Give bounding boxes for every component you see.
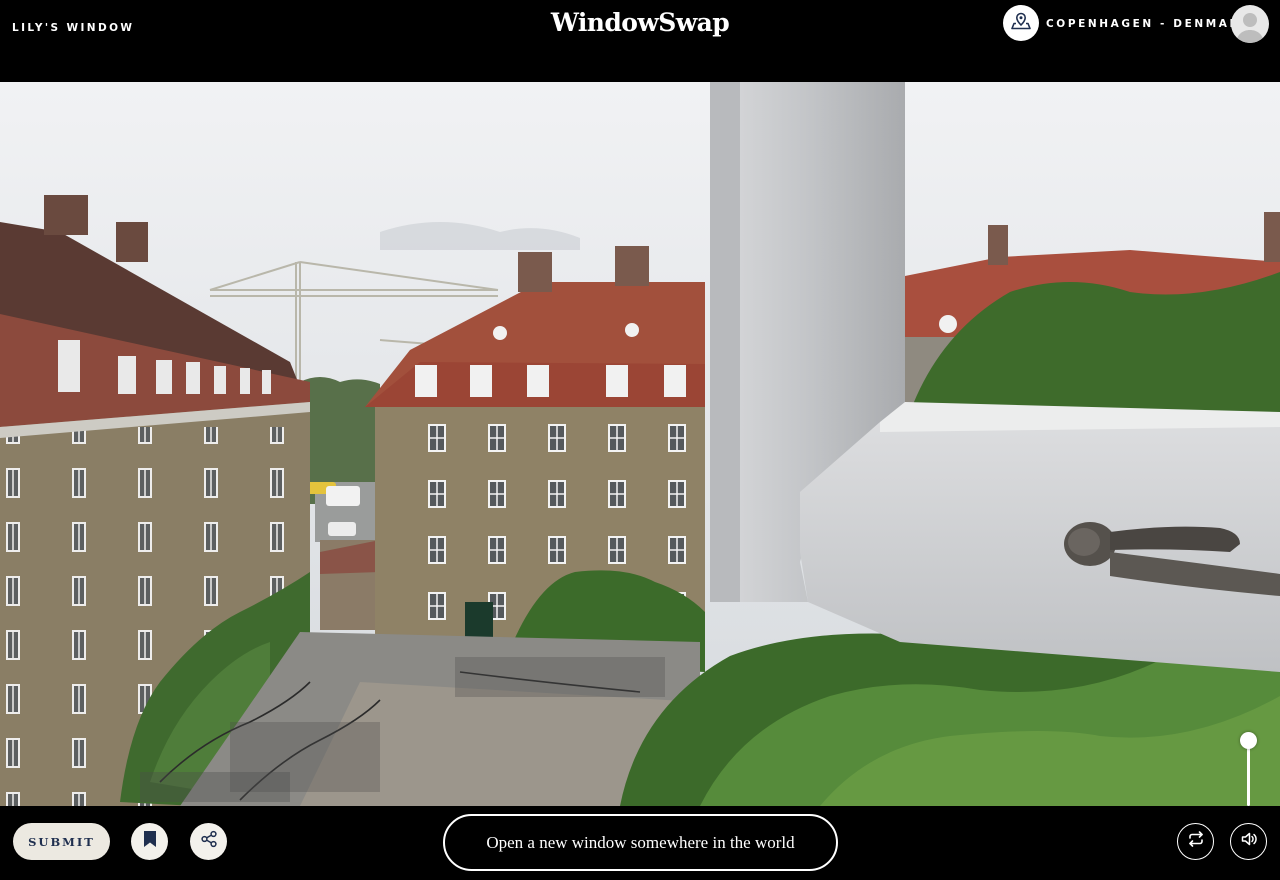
top-bar: LILY'S WINDOW WindowSwap COPENHAGEN - DE… xyxy=(0,0,1280,82)
sound-toggle-button[interactable] xyxy=(1230,823,1267,860)
share-button[interactable] xyxy=(190,823,227,860)
volume-slider-handle[interactable] xyxy=(1240,732,1257,749)
window-view-scene xyxy=(0,82,1280,806)
submit-button[interactable]: SUBMIT xyxy=(13,823,110,860)
user-avatar-icon[interactable] xyxy=(1231,5,1269,43)
location-label: COPENHAGEN - DENMARK xyxy=(1046,18,1251,30)
speaker-icon xyxy=(1240,830,1258,853)
location-button[interactable] xyxy=(1003,5,1039,41)
map-pin-icon xyxy=(1009,9,1033,38)
open-new-window-button[interactable]: Open a new window somewhere in the world xyxy=(443,814,838,871)
repeat-icon xyxy=(1187,830,1205,853)
bookmark-button[interactable] xyxy=(131,823,168,860)
window-video[interactable] xyxy=(0,82,1280,806)
bookmark-icon xyxy=(143,830,157,853)
share-icon xyxy=(200,830,218,853)
swap-button[interactable] xyxy=(1177,823,1214,860)
bottom-bar: SUBMIT Open a new window somewhere in th… xyxy=(0,806,1280,880)
